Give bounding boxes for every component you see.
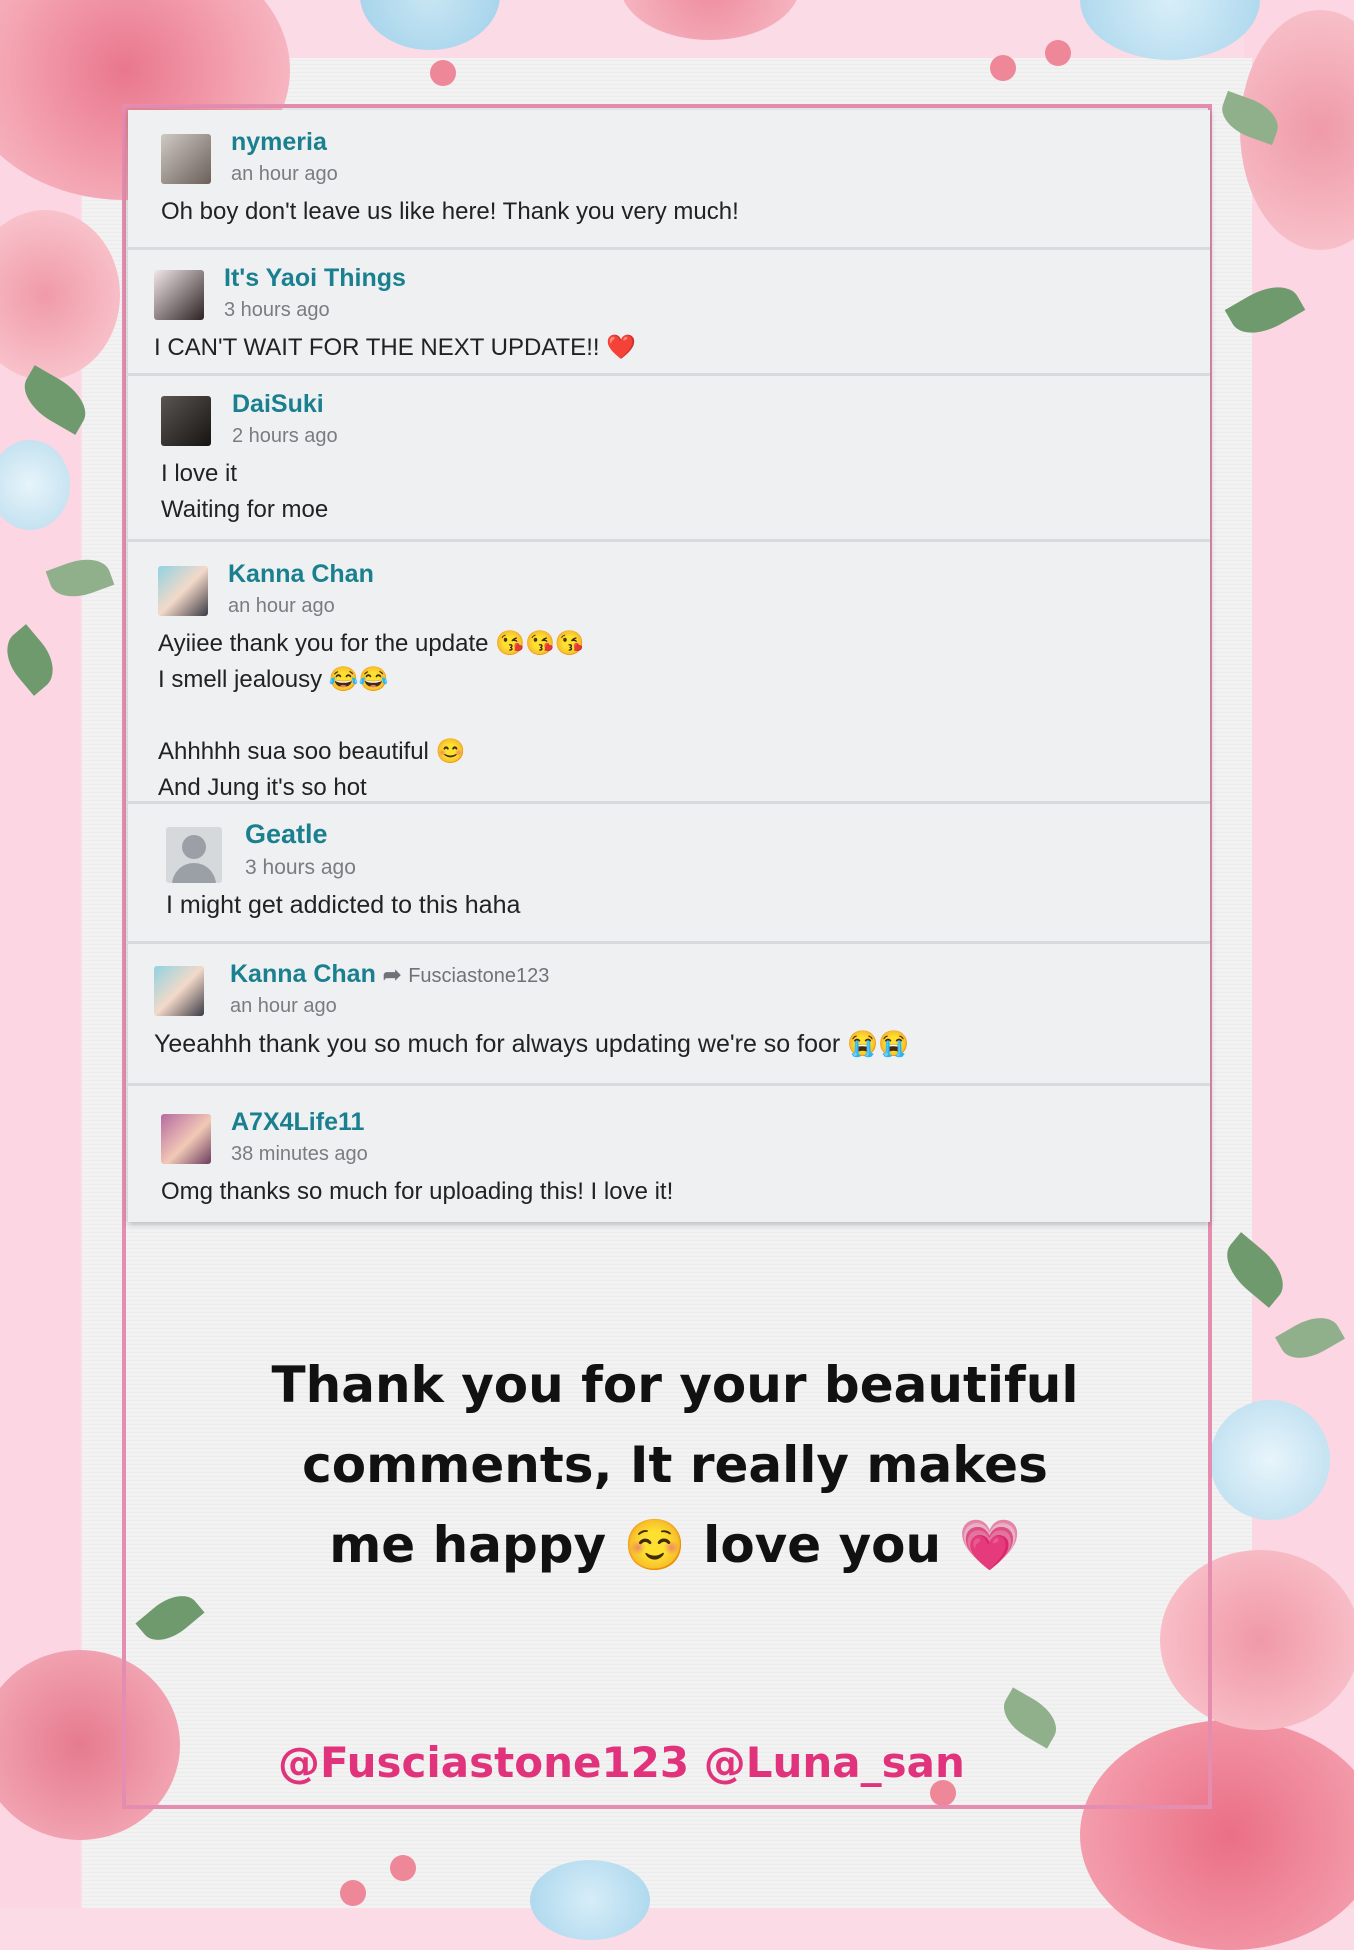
berry-decoration xyxy=(430,60,456,86)
user-avatar[interactable] xyxy=(161,134,211,184)
berry-decoration xyxy=(340,1880,366,1906)
peony-decoration xyxy=(1080,0,1260,60)
reply-to-username[interactable]: Fusciastone123 xyxy=(408,965,549,987)
berry-decoration xyxy=(390,1855,416,1881)
comment-item: Geatle 3 hours ago I might get addicted … xyxy=(128,804,1210,944)
default-avatar-icon xyxy=(182,835,206,859)
comment-text: I might get addicted to this haha xyxy=(166,891,521,919)
comment-time: an hour ago xyxy=(231,163,338,185)
comment-text: Omg thanks so much for uploading this! I… xyxy=(161,1178,674,1205)
comment-time: an hour ago xyxy=(228,595,335,617)
comment-username[interactable]: Kanna Chan ➦ Fusciastone123 xyxy=(230,960,549,989)
peony-decoration xyxy=(530,1860,650,1940)
comment-username[interactable]: DaiSuki xyxy=(232,390,324,419)
comment-username-text[interactable]: Kanna Chan xyxy=(230,960,376,988)
user-avatar[interactable] xyxy=(158,566,208,616)
comment-username[interactable]: A7X4Life11 xyxy=(231,1108,364,1137)
credits-handles: @Fusciastone123 @Luna_san xyxy=(278,1738,965,1787)
user-avatar[interactable] xyxy=(161,1114,211,1164)
comment-text: I love it Waiting for moe xyxy=(161,460,329,523)
comment-text: Ayiiee thank you for the update 😘😘😘 I sm… xyxy=(158,630,585,801)
default-avatar-body xyxy=(172,863,216,883)
peony-decoration xyxy=(1210,1400,1330,1520)
reply-arrow-icon: ➦ xyxy=(382,962,402,987)
comment-username[interactable]: It's Yaoi Things xyxy=(224,264,406,293)
comment-list: nymeria an hour ago Oh boy don't leave u… xyxy=(128,110,1210,1222)
comment-time: an hour ago xyxy=(230,995,337,1017)
berry-decoration xyxy=(990,55,1016,81)
comment-item: Kanna Chan ➦ Fusciastone123 an hour ago … xyxy=(128,944,1210,1086)
comment-text: Yeeahhh thank you so much for always upd… xyxy=(154,1030,910,1058)
comment-time: 3 hours ago xyxy=(245,856,356,879)
thank-you-message: Thank you for your beautiful comments, I… xyxy=(271,1356,1079,1574)
user-avatar[interactable] xyxy=(161,396,211,446)
comment-username[interactable]: nymeria xyxy=(231,128,327,157)
user-avatar[interactable] xyxy=(166,827,222,883)
comment-item: Kanna Chan an hour ago Ayiiee thank you … xyxy=(128,542,1210,804)
peony-decoration xyxy=(360,0,500,50)
user-avatar[interactable] xyxy=(154,270,204,320)
comment-username[interactable]: Kanna Chan xyxy=(228,560,374,589)
comment-item: DaiSuki 2 hours ago I love it Waiting fo… xyxy=(128,376,1210,542)
user-avatar[interactable] xyxy=(154,966,204,1016)
comment-item: It's Yaoi Things 3 hours ago I CAN'T WAI… xyxy=(128,250,1210,376)
comment-username[interactable]: Geatle xyxy=(245,819,328,850)
comment-time: 38 minutes ago xyxy=(231,1143,368,1165)
comment-text: Oh boy don't leave us like here! Thank y… xyxy=(161,198,739,225)
comment-time: 3 hours ago xyxy=(224,299,330,321)
comment-item: A7X4Life11 38 minutes ago Omg thanks so … xyxy=(128,1086,1210,1222)
rose-decoration xyxy=(620,0,800,40)
berry-decoration xyxy=(1045,40,1071,66)
comment-item: nymeria an hour ago Oh boy don't leave u… xyxy=(128,110,1210,250)
comment-text: I CAN'T WAIT FOR THE NEXT UPDATE!! ❤️ xyxy=(154,334,637,361)
comment-time: 2 hours ago xyxy=(232,425,338,447)
